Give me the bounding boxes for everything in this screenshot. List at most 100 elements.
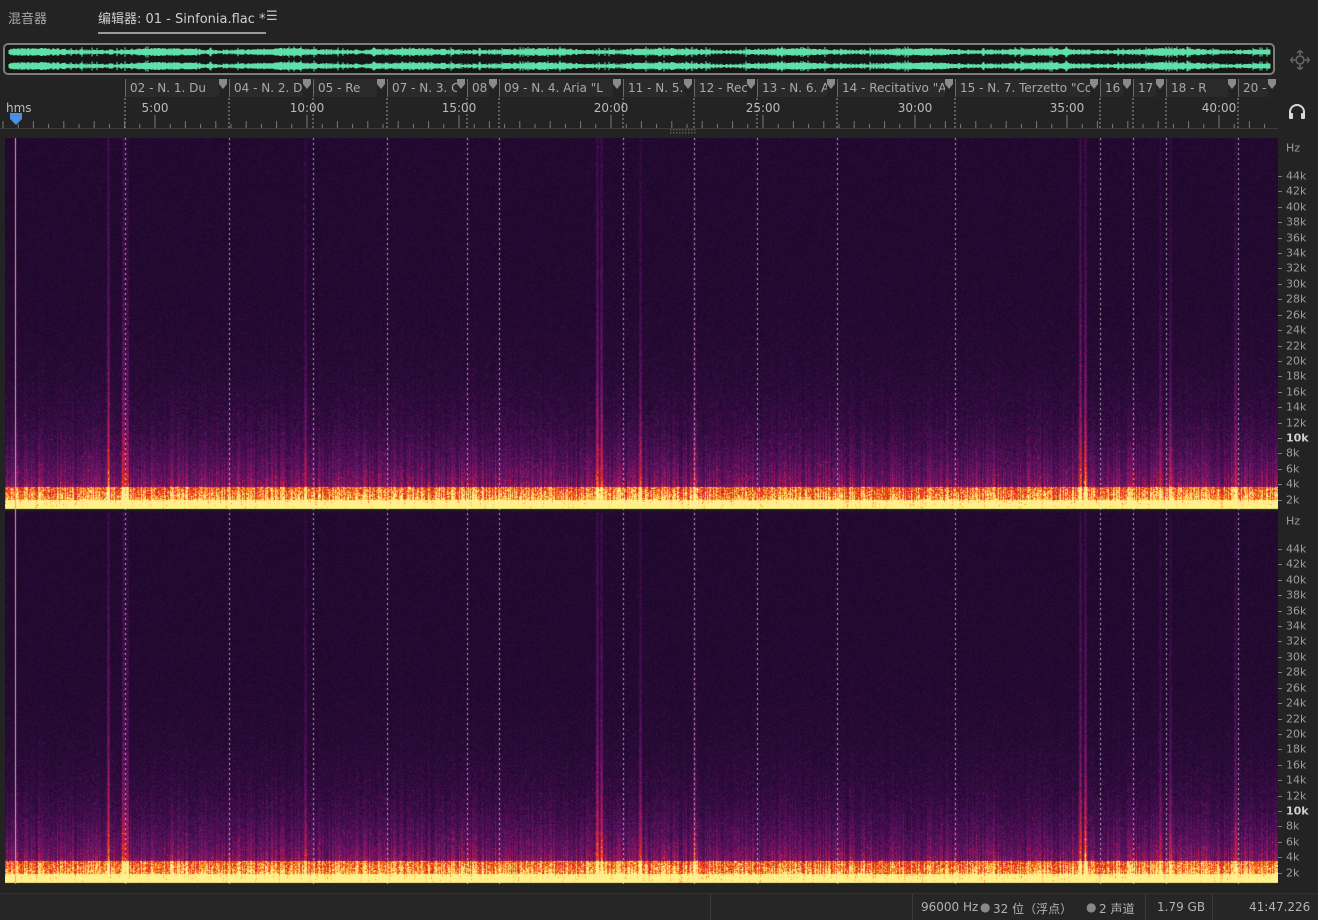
- frequency-tick: [1278, 391, 1282, 393]
- frequency-tick-label: 12k: [1286, 789, 1307, 803]
- frequency-tick: [1278, 795, 1282, 797]
- tab-editor[interactable]: 编辑器: 01 - Sinfonia.flac *: [98, 8, 266, 34]
- frequency-tick: [1278, 810, 1282, 812]
- frequency-tick-label: 18k: [1286, 742, 1307, 756]
- frequency-tick-label: 2k: [1286, 866, 1300, 880]
- marker-pin-icon[interactable]: [377, 79, 385, 89]
- ruler-time-label: 25:00: [745, 101, 781, 115]
- marker-pin-icon[interactable]: [1268, 79, 1276, 89]
- frequency-tick: [1278, 422, 1282, 424]
- frequency-tick-label: 26k: [1286, 308, 1307, 322]
- frequency-tick: [1278, 610, 1282, 612]
- frequency-tick: [1278, 499, 1282, 501]
- frequency-tick-label: 24k: [1286, 696, 1307, 710]
- frequency-tick: [1278, 826, 1282, 828]
- marker-pin-icon[interactable]: [827, 79, 835, 89]
- frequency-tick: [1278, 764, 1282, 766]
- frequency-tick: [1278, 176, 1282, 177]
- panel-menu-icon[interactable]: ☰: [266, 9, 278, 24]
- status-bit-depth: 32 位（浮点）: [993, 902, 1073, 916]
- marker-label[interactable]: 08: [467, 79, 489, 97]
- marker-pin-icon[interactable]: [457, 79, 465, 89]
- overview-waveform-graphic: [8, 46, 1271, 72]
- ruler-time-label: 40:00: [1201, 101, 1237, 115]
- ruler-time-label: 15:00: [441, 101, 477, 115]
- frequency-tick-label: 26k: [1286, 681, 1307, 695]
- marker-label[interactable]: 11 - N. 5.: [623, 79, 684, 97]
- headphones-icon[interactable]: [1288, 104, 1306, 120]
- frequency-tick: [1278, 314, 1282, 316]
- frequency-tick-label: 32k: [1286, 634, 1307, 648]
- marker-label[interactable]: 14 - Recitativo "Ah: [837, 79, 945, 97]
- frequency-tick-label: 8k: [1286, 819, 1300, 833]
- marker-pin-icon[interactable]: [489, 79, 497, 89]
- frequency-tick: [1278, 222, 1282, 224]
- marker-pin-icon[interactable]: [303, 79, 311, 89]
- frequency-tick-label: 28k: [1286, 292, 1307, 306]
- frequency-tick-label: 4k: [1286, 850, 1300, 864]
- frequency-tick-label: 22k: [1286, 339, 1307, 352]
- marker-pin-icon[interactable]: [1156, 79, 1164, 89]
- marker-label[interactable]: 02 - N. 1. Du: [125, 79, 219, 97]
- frequency-tick-label: 36k: [1286, 231, 1307, 245]
- status-channels: 2 声道: [1099, 902, 1135, 916]
- marker-label[interactable]: 17: [1133, 79, 1156, 97]
- marker-pin-icon[interactable]: [684, 79, 692, 89]
- marker-pin-icon[interactable]: [1228, 79, 1236, 89]
- frequency-tick-label: 24k: [1286, 323, 1307, 337]
- marker-label[interactable]: 16: [1100, 79, 1123, 97]
- frequency-tick: [1278, 484, 1282, 486]
- frequency-tick: [1278, 468, 1282, 470]
- marker-label[interactable]: 13 - N. 6. Ar: [757, 79, 827, 97]
- marker-pin-icon[interactable]: [1090, 79, 1098, 89]
- frequency-tick: [1278, 360, 1282, 362]
- status-file-size: 1.79 GB: [1157, 900, 1206, 914]
- frequency-tick-label: 42k: [1286, 557, 1307, 571]
- frequency-tick: [1278, 237, 1282, 239]
- marker-pin-icon[interactable]: [747, 79, 755, 89]
- frequency-tick: [1278, 330, 1282, 332]
- marker-label[interactable]: 04 - N. 2. Du: [229, 79, 303, 97]
- frequency-tick-label: 10k: [1286, 431, 1309, 445]
- resize-grip[interactable]: [669, 129, 697, 134]
- frequency-tick: [1278, 656, 1282, 658]
- marker-label[interactable]: 18 - R: [1166, 79, 1228, 97]
- tab-bar: 混音器 编辑器: 01 - Sinfonia.flac * ☰: [0, 0, 1318, 34]
- frequency-tick: [1278, 407, 1282, 409]
- status-bar: 96000 Hz ● 32 位（浮点） ● 2 声道 1.79 GB 41:47…: [0, 893, 1318, 920]
- ruler-time-label: 5:00: [141, 101, 169, 115]
- frequency-tick-label: 20k: [1286, 354, 1307, 368]
- marker-pin-icon[interactable]: [945, 79, 953, 89]
- marker-label[interactable]: 09 - N. 4. Aria "L: [499, 79, 613, 97]
- frequency-tick: [1278, 733, 1282, 735]
- frequency-tick: [1278, 191, 1282, 193]
- zoom-navigator-icon[interactable]: [1290, 50, 1310, 70]
- frequency-tick-label: 22k: [1286, 712, 1307, 725]
- frequency-tick-label: 32k: [1286, 261, 1307, 275]
- ruler-time-label: 10:00: [289, 101, 325, 115]
- frequency-tick-label: 10k: [1286, 804, 1309, 818]
- marker-label[interactable]: 20 -: [1238, 79, 1268, 97]
- frequency-tick-label: 16k: [1286, 758, 1307, 772]
- ruler-time-label: 35:00: [1049, 101, 1085, 115]
- frequency-tick: [1278, 595, 1282, 597]
- frequency-unit-label: Hz: [1286, 141, 1301, 155]
- marker-label[interactable]: 12 - Recit: [694, 79, 747, 97]
- frequency-tick: [1278, 453, 1282, 455]
- frequency-tick: [1278, 376, 1282, 378]
- marker-label[interactable]: 05 - Re: [313, 79, 377, 97]
- frequency-unit-label: Hz: [1286, 514, 1301, 528]
- marker-label[interactable]: 15 - N. 7. Terzetto "Cos: [955, 79, 1090, 97]
- spectral-frequency-display[interactable]: [5, 138, 1278, 884]
- time-ruler[interactable]: hms 5:00 10:00 15:00 20:00 25:00 30:00 35:00 40…: [0, 98, 1278, 129]
- marker-pin-icon[interactable]: [1123, 79, 1131, 89]
- marker-pin-icon[interactable]: [219, 79, 227, 89]
- playhead-icon[interactable]: [9, 112, 23, 126]
- marker-label[interactable]: 07 - N. 3. Ca: [387, 79, 457, 97]
- waveform-overview[interactable]: [3, 43, 1275, 75]
- tab-mixer[interactable]: 混音器: [8, 8, 47, 27]
- frequency-tick-label: 30k: [1286, 277, 1307, 291]
- marker-pin-icon[interactable]: [613, 79, 621, 89]
- frequency-tick-label: 44k: [1286, 169, 1307, 183]
- frequency-tick-label: 6k: [1286, 462, 1300, 476]
